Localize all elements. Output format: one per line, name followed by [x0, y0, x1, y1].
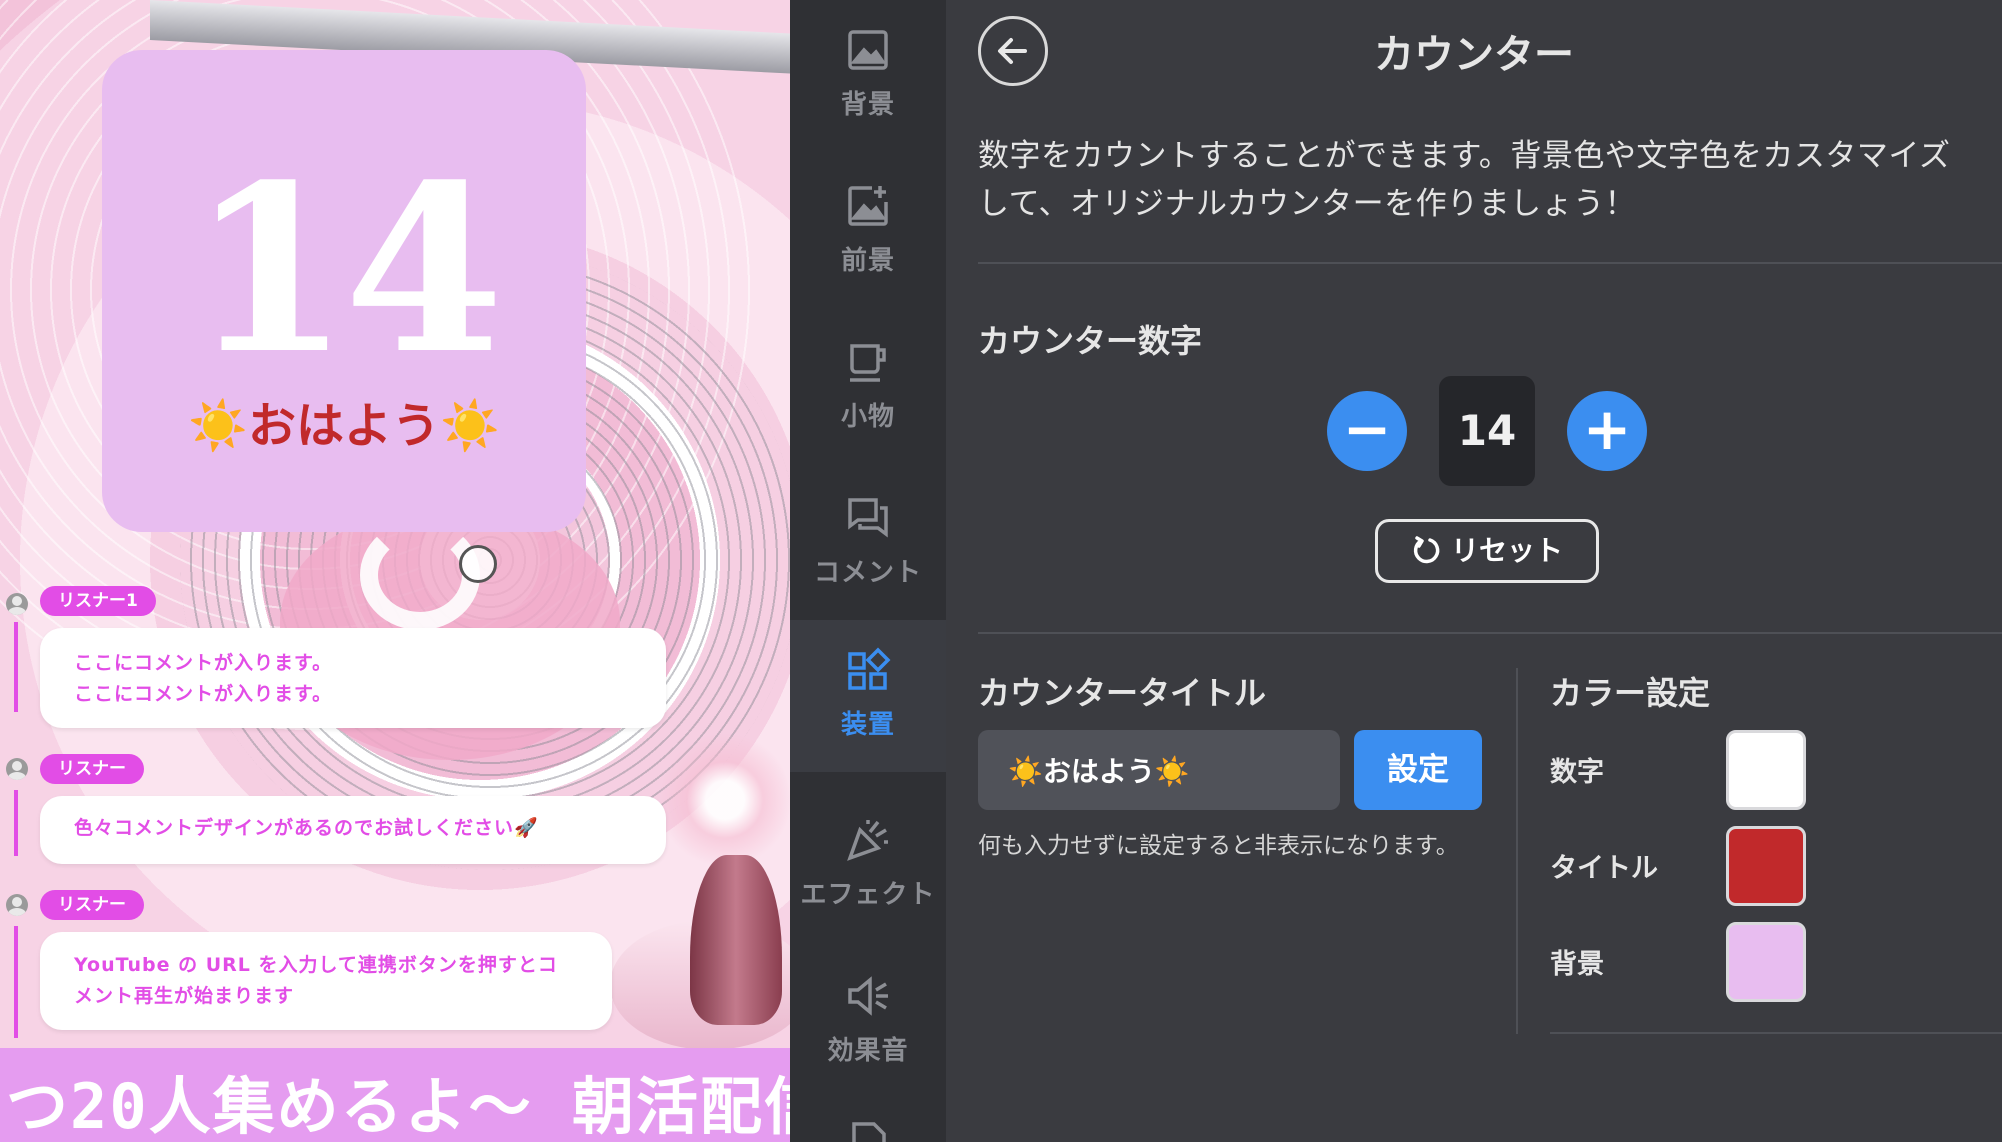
comment-bubble: ここにコメントが入ります。 ここにコメントが入ります。 — [40, 628, 666, 728]
avatar-icon — [6, 593, 28, 615]
cup-icon — [850, 344, 886, 382]
plus-icon: + — [1582, 395, 1632, 463]
document-icon — [852, 1122, 886, 1142]
widgets-icon — [848, 647, 891, 690]
divider — [978, 632, 2002, 634]
cherry-blossom-decoration — [660, 730, 790, 870]
divider — [978, 262, 2002, 264]
sidebar-item-label: 効果音 — [827, 1036, 909, 1066]
decrement-button[interactable]: − — [1327, 391, 1407, 471]
divider — [1550, 1032, 2002, 1034]
comment-author: リスナー — [40, 890, 144, 920]
counter-settings-panel: カウンター 数字をカウントすることができます。背景色や文字色をカスタマイズして、… — [946, 0, 2002, 1142]
reset-icon — [1413, 536, 1440, 564]
sidebar-item-background[interactable]: 背景 — [790, 0, 946, 150]
sidebar-item-label: コメント — [813, 558, 922, 588]
counter-value-display: 14 — [1439, 376, 1535, 486]
sidebar-item-effects[interactable]: エフェクト — [790, 790, 946, 940]
sidebar-item-label: 背景 — [840, 90, 895, 120]
comment-bubble: 色々コメントデザインがあるのでお試しください🚀 — [40, 796, 666, 864]
image-icon — [848, 30, 888, 70]
sidebar-item-foreground[interactable]: 前景 — [790, 156, 946, 306]
avatar-icon — [6, 894, 28, 916]
vase-decoration — [690, 855, 782, 1025]
comment-accent-line — [14, 926, 18, 1038]
sidebar-item-comments[interactable]: コメント — [790, 468, 946, 618]
minus-icon: − — [1342, 395, 1392, 463]
page-title: カウンター — [1374, 32, 1574, 78]
counter-title-input[interactable] — [978, 730, 1340, 810]
sidebar-item-more[interactable] — [790, 1100, 946, 1142]
ticker-bar: つ20人集めるよ〜 朝活配信 — [0, 1048, 790, 1142]
drag-handle[interactable] — [459, 545, 497, 583]
color-swatch-title[interactable] — [1726, 826, 1806, 906]
party-icon — [847, 820, 888, 861]
color-label-title: タイトル — [1550, 853, 1658, 884]
comment-author: リスナー1 — [40, 586, 156, 616]
reset-label: リセット — [1450, 534, 1563, 567]
image-plus-icon — [848, 186, 888, 226]
sidebar-item-label: 装置 — [840, 710, 895, 740]
sidebar-item-sound-effects[interactable]: 効果音 — [790, 946, 946, 1096]
sidebar: 背景 前景 小物 コメント 装置 エフェクト 効果音 — [790, 0, 946, 1142]
ticker-text: つ20人集めるよ〜 朝活配信 — [6, 1070, 790, 1142]
increment-button[interactable]: + — [1567, 391, 1647, 471]
counter-widget[interactable]: 14 ☀️おはよう☀️ — [102, 50, 586, 532]
title-section-heading: カウンタータイトル — [978, 674, 1267, 712]
comment-bubble: YouTube の URL を入力して連携ボタンを押すとコ メント再生が始まりま… — [40, 932, 612, 1030]
title-hint: 何も入力せずに設定すると非表示になります。 — [978, 833, 1459, 859]
sidebar-item-label: エフェクト — [800, 880, 936, 910]
chat-icon — [848, 498, 888, 538]
color-section-heading: カラー設定 — [1550, 674, 1711, 712]
avatar-icon — [6, 758, 28, 780]
color-swatch-number[interactable] — [1726, 730, 1806, 810]
counter-section-heading: カウンター数字 — [978, 322, 1203, 360]
comment-accent-line — [14, 790, 18, 856]
sidebar-item-props[interactable]: 小物 — [790, 312, 946, 462]
comment-author: リスナー — [40, 754, 144, 784]
sidebar-item-label: 前景 — [840, 246, 895, 276]
description: 数字をカウントすることができます。背景色や文字色をカスタマイズして、オリジナルカ… — [978, 138, 1951, 222]
sidebar-item-devices[interactable]: 装置 — [790, 620, 946, 772]
speaker-icon — [848, 976, 888, 1016]
color-swatch-background[interactable] — [1726, 922, 1806, 1002]
vertical-divider — [1516, 668, 1518, 1034]
sidebar-item-label: 小物 — [840, 402, 895, 432]
counter-title: ☀️おはよう☀️ — [188, 398, 500, 454]
stream-preview: 14 ☀️おはよう☀️ リスナー1 ここにコメントが入ります。 ここにコメントが… — [0, 0, 790, 1142]
counter-number: 14 — [189, 135, 504, 405]
color-label-background: 背景 — [1550, 949, 1604, 980]
reset-button[interactable]: リセット — [1375, 519, 1599, 583]
comment-accent-line — [14, 622, 18, 712]
color-label-number: 数字 — [1550, 757, 1604, 788]
set-title-button[interactable]: 設定 — [1354, 730, 1482, 810]
